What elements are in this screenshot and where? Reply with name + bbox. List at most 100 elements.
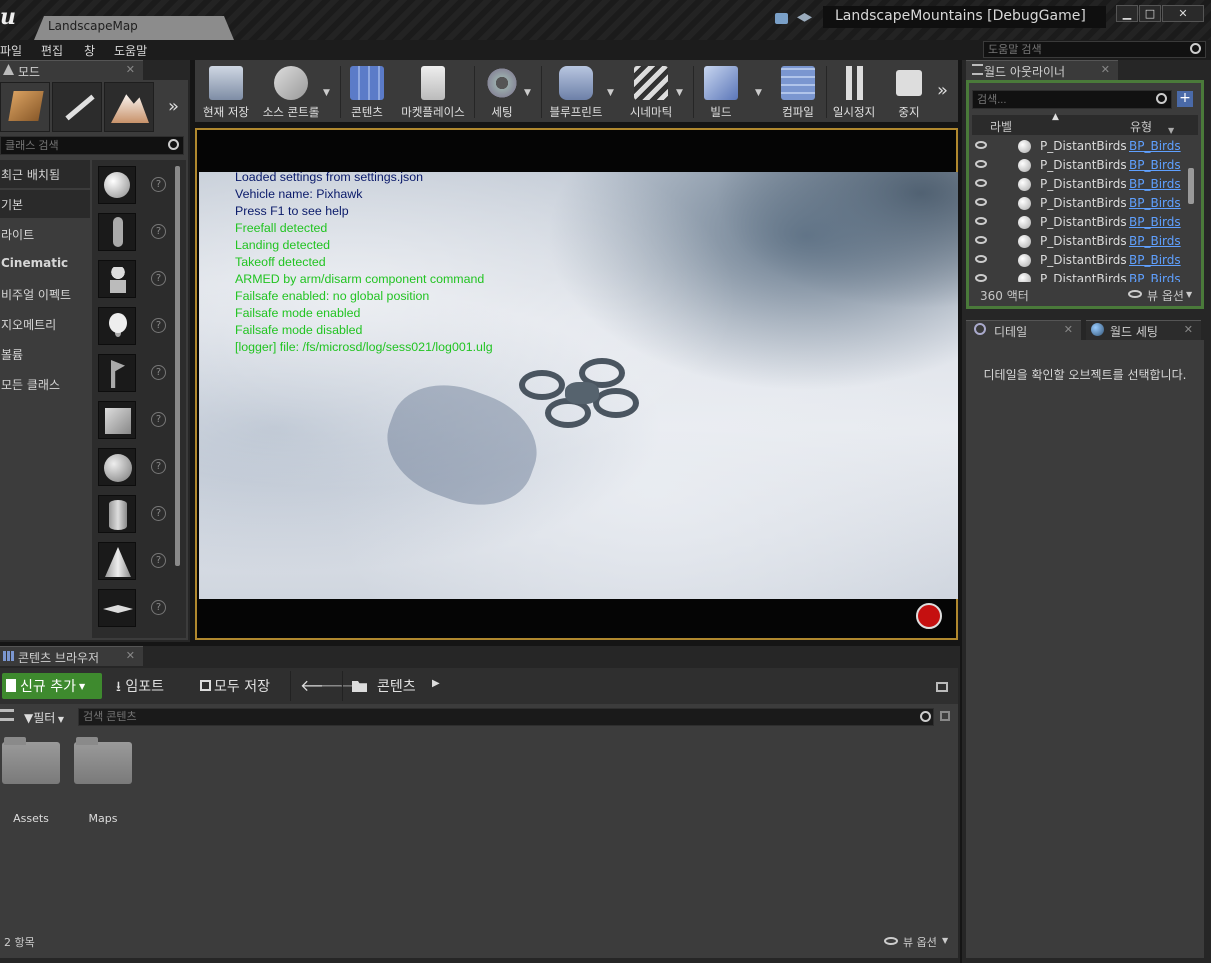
outliner-row[interactable]: P_DistantBirds_IBP_Birds bbox=[972, 137, 1187, 156]
cinematic-button[interactable]: 시네마틱 bbox=[626, 62, 676, 120]
tab-world-outliner[interactable]: 월드 아웃라이너 ✕ bbox=[966, 60, 1118, 80]
tab-content-browser[interactable]: 콘텐츠 브라우저 ✕ bbox=[0, 646, 143, 666]
actor-type-link[interactable]: BP_Birds bbox=[1129, 139, 1181, 153]
path-chevron-icon[interactable]: ▶ bbox=[432, 678, 440, 689]
help-icon[interactable]: ? bbox=[151, 600, 166, 615]
actor-type-link[interactable]: BP_Birds bbox=[1129, 253, 1181, 267]
menu-file[interactable]: 파일 bbox=[0, 42, 22, 59]
help-icon[interactable]: ? bbox=[151, 412, 166, 427]
dropdown-arrow-icon[interactable]: ▼ bbox=[524, 88, 531, 98]
help-search-input[interactable] bbox=[983, 41, 1206, 58]
compile-button[interactable]: 컴파일 bbox=[776, 62, 820, 120]
plane-thumb[interactable] bbox=[98, 589, 136, 627]
map-tab[interactable]: LandscapeMap bbox=[34, 16, 234, 40]
landscape-mode-button[interactable] bbox=[104, 82, 154, 132]
outliner-row[interactable]: P_DistantBirds_IBP_Birds bbox=[972, 232, 1187, 251]
visibility-eye-icon[interactable] bbox=[975, 274, 987, 282]
folder-maps-icon[interactable] bbox=[74, 737, 132, 784]
folder-assets-icon[interactable] bbox=[2, 737, 60, 784]
visibility-eye-icon[interactable] bbox=[975, 160, 987, 168]
lock-icon[interactable] bbox=[936, 682, 948, 692]
empty-character-thumb[interactable] bbox=[98, 213, 136, 251]
cube-thumb[interactable] bbox=[98, 401, 136, 439]
paint-mode-button[interactable] bbox=[52, 82, 102, 132]
blueprint-button[interactable]: 블루프린트 bbox=[546, 62, 606, 120]
pause-button[interactable]: 일시정지 bbox=[830, 62, 878, 120]
help-icon[interactable]: ? bbox=[151, 506, 166, 521]
close-icon[interactable]: ✕ bbox=[1101, 63, 1110, 76]
save-search-icon[interactable] bbox=[940, 711, 950, 721]
close-button[interactable]: ✕ bbox=[1162, 5, 1204, 22]
outliner-scrollbar[interactable] bbox=[1188, 168, 1194, 204]
outliner-row[interactable]: P_DistantBirds_IBP_Birds bbox=[972, 156, 1187, 175]
dropdown-arrow-icon[interactable]: ▼ bbox=[1186, 290, 1192, 299]
settings-button[interactable]: 세팅 bbox=[480, 62, 524, 120]
player-start-thumb[interactable] bbox=[98, 354, 136, 392]
column-type[interactable]: 유형 bbox=[1130, 118, 1152, 135]
close-icon[interactable]: ✕ bbox=[1184, 323, 1193, 336]
place-mode-button[interactable] bbox=[0, 82, 50, 132]
more-modes-icon[interactable]: » bbox=[168, 96, 179, 117]
dropdown-arrow-icon[interactable]: ▼ bbox=[323, 88, 330, 98]
sources-toggle-icon[interactable] bbox=[0, 709, 14, 721]
column-label[interactable]: 라벨 bbox=[990, 118, 1012, 135]
menu-window[interactable]: 창 bbox=[84, 42, 95, 59]
sphere-thumb[interactable] bbox=[98, 448, 136, 486]
add-new-button[interactable]: 신규 추가 ▼ bbox=[2, 673, 102, 699]
notification-icon[interactable] bbox=[775, 13, 788, 24]
folder-assets-label[interactable]: Assets bbox=[2, 812, 60, 825]
import-button[interactable]: ⭳ 임포트 bbox=[116, 676, 164, 700]
category-cinematic[interactable]: Cinematic bbox=[0, 250, 90, 278]
dropdown-arrow-icon[interactable]: ▼ bbox=[755, 88, 762, 98]
help-icon[interactable]: ? bbox=[151, 459, 166, 474]
dropdown-arrow-icon[interactable]: ▼ bbox=[607, 88, 614, 98]
actor-type-link[interactable]: BP_Birds bbox=[1129, 158, 1181, 172]
close-icon[interactable]: ✕ bbox=[1064, 323, 1073, 336]
outliner-row[interactable]: P_DistantBirds_IBP_Birds bbox=[972, 194, 1187, 213]
help-icon[interactable]: ? bbox=[151, 177, 166, 192]
outliner-row[interactable]: P_DistantBirds_IBP_Birds bbox=[972, 251, 1187, 270]
category-visual-effects[interactable]: 비주얼 이펙트 bbox=[0, 280, 90, 308]
point-light-thumb[interactable] bbox=[98, 307, 136, 345]
close-icon[interactable]: ✕ bbox=[126, 63, 135, 76]
empty-actor-thumb[interactable] bbox=[98, 166, 136, 204]
marketplace-button[interactable]: 마켓플레이스 bbox=[396, 62, 470, 120]
outliner-row[interactable]: P_DistantBirds_IBP_Birds bbox=[972, 213, 1187, 232]
dropdown-arrow-icon[interactable]: ▼ bbox=[942, 936, 948, 945]
actor-type-link[interactable]: BP_Birds bbox=[1129, 215, 1181, 229]
class-search-input[interactable] bbox=[0, 136, 184, 155]
dropdown-arrow-icon[interactable]: ▼ bbox=[676, 88, 683, 98]
actor-type-link[interactable]: BP_Birds bbox=[1129, 196, 1181, 210]
visibility-eye-icon[interactable] bbox=[975, 141, 987, 149]
menu-help[interactable]: 도움말 bbox=[114, 42, 147, 59]
actor-type-link[interactable]: BP_Birds bbox=[1129, 272, 1181, 282]
menu-edit[interactable]: 편집 bbox=[41, 42, 63, 59]
visibility-eye-icon[interactable] bbox=[975, 255, 987, 263]
category-all-classes[interactable]: 모든 클래스 bbox=[0, 370, 90, 398]
help-icon[interactable]: ? bbox=[151, 553, 166, 568]
filter-button[interactable]: ▼필터 ▼ bbox=[24, 709, 64, 726]
category-recent[interactable]: 최근 배치됨 bbox=[0, 160, 90, 188]
path-content[interactable]: 콘텐츠 bbox=[377, 676, 416, 696]
record-icon[interactable] bbox=[916, 603, 942, 629]
add-actor-icon[interactable]: + bbox=[1177, 91, 1193, 107]
save-current-button[interactable]: 현재 저장 bbox=[198, 62, 254, 120]
category-geometry[interactable]: 지오메트리 bbox=[0, 310, 90, 338]
close-icon[interactable]: ✕ bbox=[126, 649, 135, 662]
cone-thumb[interactable] bbox=[98, 542, 136, 580]
tab-modes[interactable]: 모드 ✕ bbox=[0, 60, 143, 80]
cylinder-thumb[interactable] bbox=[98, 495, 136, 533]
outliner-search-input[interactable] bbox=[972, 90, 1172, 109]
stop-button[interactable]: 중지 bbox=[888, 62, 930, 120]
category-basic[interactable]: 기본 bbox=[0, 190, 90, 218]
placeable-scrollbar[interactable] bbox=[175, 166, 180, 566]
maximize-button[interactable]: □ bbox=[1139, 5, 1161, 22]
build-button[interactable]: 빌드 bbox=[700, 62, 742, 120]
actor-type-link[interactable]: BP_Birds bbox=[1129, 177, 1181, 191]
visibility-eye-icon[interactable] bbox=[975, 198, 987, 206]
outliner-view-options[interactable]: 뷰 옵션 bbox=[1147, 287, 1184, 304]
visibility-eye-icon[interactable] bbox=[975, 179, 987, 187]
help-icon[interactable]: ? bbox=[151, 224, 166, 239]
visibility-eye-icon[interactable] bbox=[975, 217, 987, 225]
save-all-button[interactable]: 모두 저장 bbox=[200, 676, 270, 696]
